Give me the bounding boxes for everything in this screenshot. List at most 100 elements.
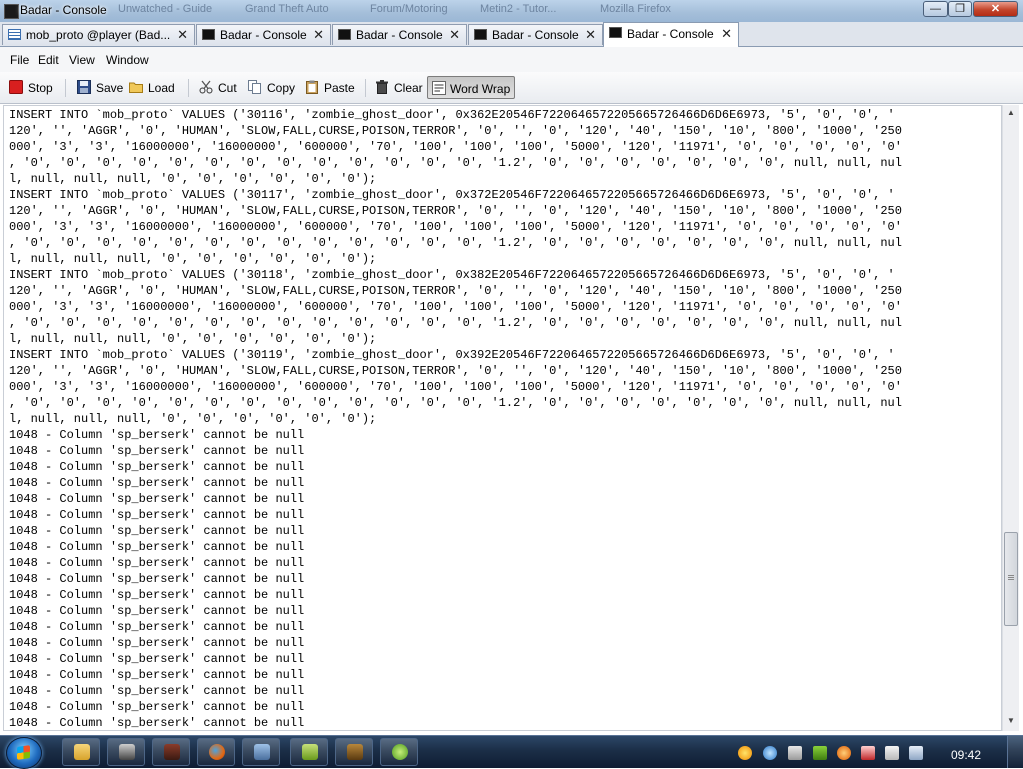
volume-icon[interactable] xyxy=(788,746,802,760)
taskbar-navicat[interactable] xyxy=(380,738,418,766)
taskbar-d-app[interactable] xyxy=(290,738,328,766)
tab-close-icon[interactable]: ✕ xyxy=(449,27,460,43)
floppy-save-icon xyxy=(77,80,91,94)
speaker-icon[interactable] xyxy=(861,746,875,760)
stop-button[interactable]: Stop xyxy=(9,76,59,99)
menu-bar: File Edit View Window xyxy=(0,47,1023,72)
console-line: 1048 - Column 'sp_berserk' cannot be nul… xyxy=(9,604,305,618)
console-line: l, null, null, null, '0', '0', '0', '0',… xyxy=(9,252,377,266)
copy-icon xyxy=(248,80,261,94)
console-line: 000', '3', '3', '16000000', '16000000', … xyxy=(9,140,902,154)
d-app-icon xyxy=(302,744,318,760)
console-line: l, null, null, null, '0', '0', '0', '0',… xyxy=(9,172,377,186)
console-line: 1048 - Column 'sp_berserk' cannot be nul… xyxy=(9,620,305,634)
console-line: , '0', '0', '0', '0', '0', '0', '0', '0'… xyxy=(9,236,902,250)
load-label: Load xyxy=(148,81,175,95)
taskbar-virtualbox[interactable] xyxy=(242,738,280,766)
console-line: 1048 - Column 'sp_berserk' cannot be nul… xyxy=(9,668,305,682)
antivirus-icon[interactable] xyxy=(837,746,851,760)
copy-label: Copy xyxy=(267,81,296,95)
navicat-icon xyxy=(392,744,408,760)
start-button[interactable] xyxy=(6,737,42,769)
tab-console-active[interactable]: Badar - Console ✕ xyxy=(603,22,739,47)
console-output[interactable]: INSERT INTO `mob_proto` VALUES ('30116',… xyxy=(3,105,1002,731)
save-button[interactable]: Save xyxy=(77,76,123,99)
tab-label: Badar - Console xyxy=(492,28,579,42)
taskbar-firefox[interactable] xyxy=(197,738,235,766)
tab-label: Badar - Console xyxy=(356,28,443,42)
tab-label: Badar - Console xyxy=(627,27,714,41)
load-button[interactable]: Load xyxy=(129,76,177,99)
tab-console[interactable]: Badar - Console ✕ xyxy=(468,24,603,45)
firefox-icon xyxy=(209,744,225,760)
window-titlebar[interactable]: Unwatched - Guide Grand Theft Auto Forum… xyxy=(0,0,1023,23)
cut-button[interactable]: Cut xyxy=(199,76,240,99)
taskbar-metin[interactable] xyxy=(335,738,373,766)
network-icon[interactable] xyxy=(763,746,777,760)
winamp-icon xyxy=(119,744,135,760)
close-window-button[interactable]: ✕ xyxy=(973,1,1018,17)
maximize-button[interactable]: ❐ xyxy=(948,1,972,17)
tab-bar: mob_proto @player (Bad... ✕ Badar - Cons… xyxy=(0,22,1023,47)
menu-window[interactable]: Window xyxy=(106,53,149,67)
console-line: 1048 - Column 'sp_berserk' cannot be nul… xyxy=(9,700,305,714)
nvidia-icon[interactable] xyxy=(813,746,827,760)
console-line: 1048 - Column 'sp_berserk' cannot be nul… xyxy=(9,684,305,698)
windows-taskbar: 09:42 xyxy=(0,735,1023,769)
menu-view[interactable]: View xyxy=(69,53,95,67)
tab-console[interactable]: Badar - Console ✕ xyxy=(196,24,331,45)
console-line: INSERT INTO `mob_proto` VALUES ('30118',… xyxy=(9,268,895,282)
console-line: 1048 - Column 'sp_berserk' cannot be nul… xyxy=(9,444,305,458)
console-line: 1048 - Column 'sp_berserk' cannot be nul… xyxy=(9,588,305,602)
toolbar-separator xyxy=(65,79,66,97)
console-line: 000', '3', '3', '16000000', '16000000', … xyxy=(9,300,902,314)
tab-close-icon[interactable]: ✕ xyxy=(313,27,324,43)
table-icon xyxy=(8,29,21,40)
console-line: 120', '', 'AGGR', '0', 'HUMAN', 'SLOW,FA… xyxy=(9,284,902,298)
tab-close-icon[interactable]: ✕ xyxy=(585,27,596,43)
tab-close-icon[interactable]: ✕ xyxy=(177,27,188,43)
weather-icon[interactable] xyxy=(738,746,752,760)
minimize-button[interactable]: — xyxy=(923,1,948,17)
console-line: 1048 - Column 'sp_berserk' cannot be nul… xyxy=(9,460,305,474)
copy-button[interactable]: Copy xyxy=(248,76,296,99)
scroll-down-arrow-icon[interactable]: ▼ xyxy=(1007,716,1015,725)
console-line: l, null, null, null, '0', '0', '0', '0',… xyxy=(9,332,377,346)
console-line: 120', '', 'AGGR', '0', 'HUMAN', 'SLOW,FA… xyxy=(9,124,902,138)
tab-console[interactable]: Badar - Console ✕ xyxy=(332,24,467,45)
console-line: 1048 - Column 'sp_berserk' cannot be nul… xyxy=(9,508,305,522)
cut-label: Cut xyxy=(218,81,237,95)
background-window-title: Forum/Motoring xyxy=(370,3,448,15)
clear-label: Clear xyxy=(394,81,423,95)
console-icon xyxy=(338,29,351,40)
paste-button[interactable]: Paste xyxy=(305,76,355,99)
console-line: 1048 - Column 'sp_berserk' cannot be nul… xyxy=(9,540,305,554)
metin-icon xyxy=(347,744,363,760)
console-line: INSERT INTO `mob_proto` VALUES ('30119',… xyxy=(9,348,895,362)
console-line: 000', '3', '3', '16000000', '16000000', … xyxy=(9,380,902,394)
console-line: 1048 - Column 'sp_berserk' cannot be nul… xyxy=(9,492,305,506)
window-title: Badar - Console xyxy=(20,3,107,17)
flag-icon[interactable] xyxy=(885,746,899,760)
clear-button[interactable]: Clear xyxy=(375,76,423,99)
menu-file[interactable]: File xyxy=(10,53,29,67)
vertical-scrollbar[interactable]: ▲ ▼ xyxy=(1002,105,1019,731)
taskbar-winamp[interactable] xyxy=(107,738,145,766)
network-status-icon[interactable] xyxy=(909,746,923,760)
console-line: 120', '', 'AGGR', '0', 'HUMAN', 'SLOW,FA… xyxy=(9,204,902,218)
word-wrap-icon xyxy=(432,81,446,95)
virtualbox-icon xyxy=(254,744,270,760)
show-desktop-button[interactable] xyxy=(1007,736,1023,768)
console-line: 1048 - Column 'sp_berserk' cannot be nul… xyxy=(9,428,305,442)
taskbar-game[interactable] xyxy=(152,738,190,766)
scissors-icon xyxy=(199,80,213,94)
scroll-up-arrow-icon[interactable]: ▲ xyxy=(1007,108,1015,117)
tab-mob-proto[interactable]: mob_proto @player (Bad... ✕ xyxy=(2,24,195,45)
tab-close-icon[interactable]: ✕ xyxy=(721,26,732,42)
taskbar-explorer[interactable] xyxy=(62,738,100,766)
taskbar-clock[interactable]: 09:42 xyxy=(951,748,981,762)
menu-edit[interactable]: Edit xyxy=(38,53,59,67)
word-wrap-toggle[interactable]: Word Wrap xyxy=(427,76,515,99)
scrollbar-thumb[interactable] xyxy=(1004,532,1018,626)
console-line: 1048 - Column 'sp_berserk' cannot be nul… xyxy=(9,652,305,666)
